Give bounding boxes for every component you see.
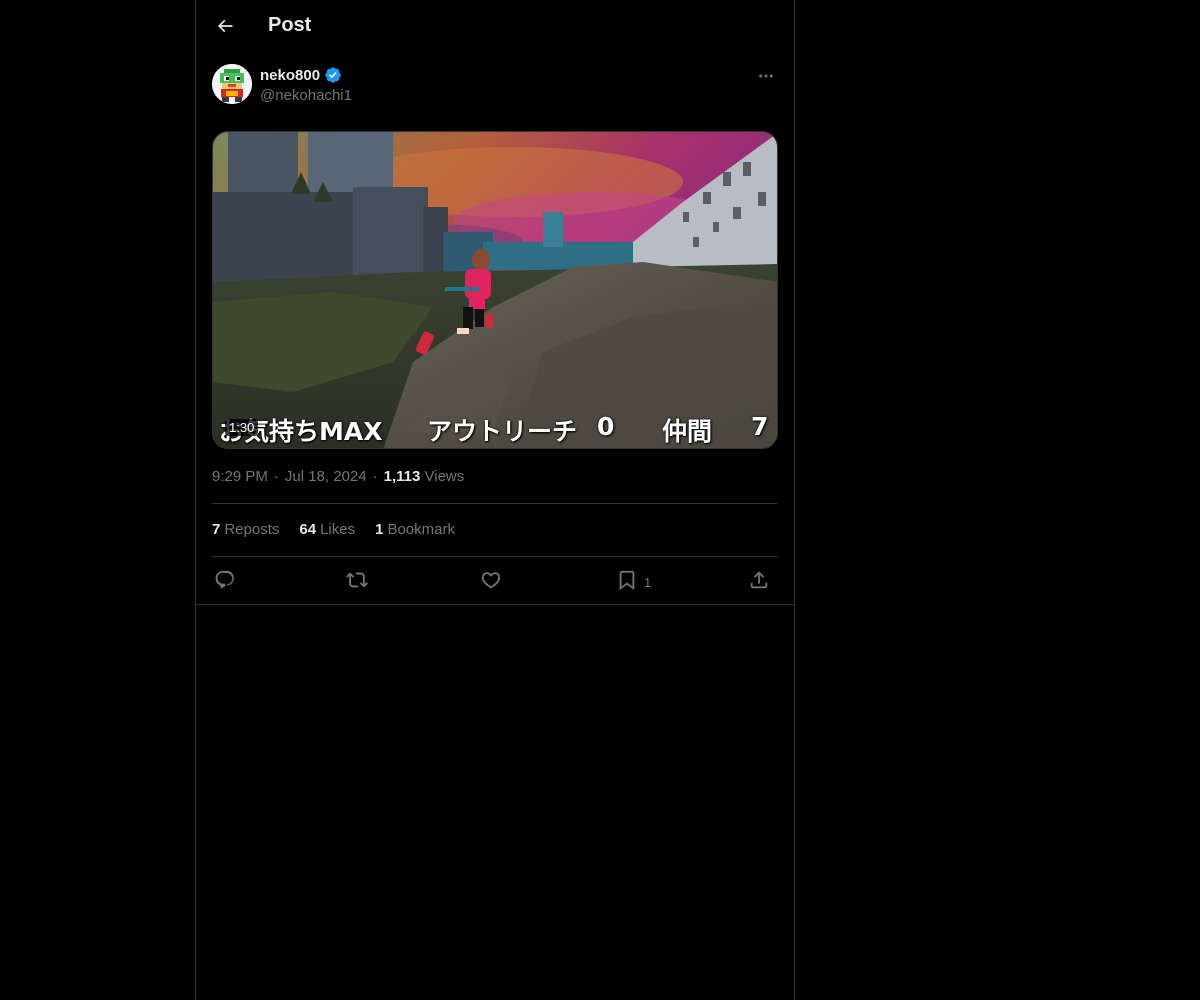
likes-stat[interactable]: 64 Likes — [299, 521, 355, 538]
action-bar: 1 — [212, 566, 778, 594]
arrow-left-icon — [217, 19, 233, 33]
share-icon — [750, 571, 768, 589]
bookmarks-stat[interactable]: 1 Bookmark — [375, 521, 455, 538]
views-label: Views — [424, 468, 465, 485]
back-button[interactable] — [208, 9, 242, 43]
avatar[interactable] — [212, 64, 252, 104]
reply-icon — [215, 570, 234, 589]
share-button[interactable] — [748, 566, 770, 594]
more-horizontal-icon — [759, 74, 773, 78]
like-button[interactable] — [480, 566, 502, 594]
divider — [212, 556, 778, 557]
post-bottom-border — [196, 604, 794, 605]
bookmark-count: 1 — [644, 574, 652, 590]
hud-friends-label: 仲間 — [662, 417, 713, 446]
post-column: Post neko800 @nekohachi1 お気持ちMAX アウトリーチ … — [195, 0, 795, 1000]
hud-outreach-value: 0 — [597, 412, 615, 441]
separator-dot: · — [372, 468, 378, 485]
bookmark-button[interactable]: 1 — [616, 566, 651, 594]
bookmarks-count: 1 — [375, 521, 384, 538]
post-time[interactable]: 9:29 PM — [212, 468, 268, 485]
separator-dot: · — [273, 468, 279, 485]
display-name-link[interactable]: neko800 — [260, 66, 342, 84]
author-handle[interactable]: @nekohachi1 — [260, 87, 352, 104]
top-bar: Post — [196, 0, 794, 53]
game-hud-overlay: お気持ちMAX アウトリーチ 0 仲間 7 — [219, 412, 769, 446]
display-name: neko800 — [260, 66, 321, 84]
engagement-stats: 7 Reposts 64 Likes 1 Bookmark — [212, 521, 455, 538]
bookmark-icon — [619, 570, 635, 591]
likes-count: 64 — [299, 521, 317, 538]
reply-button[interactable] — [214, 566, 236, 594]
page-title: Post — [268, 14, 312, 36]
video-thumbnail — [213, 132, 777, 448]
repost-icon — [346, 572, 368, 588]
reposts-label: Reposts — [224, 521, 280, 538]
pixel-avatar-image — [212, 64, 252, 104]
bookmarks-label: Bookmark — [387, 521, 455, 538]
divider — [212, 503, 778, 504]
hud-friends-value: 7 — [751, 412, 769, 441]
likes-label: Likes — [320, 521, 356, 538]
reposts-stat[interactable]: 7 Reposts — [212, 521, 279, 538]
verified-badge-icon — [325, 67, 341, 83]
video-player[interactable]: お気持ちMAX アウトリーチ 0 仲間 7 1:30 — [212, 131, 778, 449]
views-count: 1,113 — [383, 468, 421, 485]
reposts-count: 7 — [212, 521, 221, 538]
repost-button[interactable] — [346, 566, 368, 594]
video-duration-badge: 1:30 — [225, 419, 259, 436]
more-options-button[interactable] — [754, 64, 778, 88]
heart-icon — [481, 572, 501, 589]
hud-outreach-label: アウトリーチ — [427, 417, 578, 446]
post-author: neko800 @nekohachi1 — [212, 64, 778, 108]
post-meta: 9:29 PM · Jul 18, 2024 · 1,113 Views — [212, 468, 464, 485]
post-date[interactable]: Jul 18, 2024 — [285, 468, 367, 485]
